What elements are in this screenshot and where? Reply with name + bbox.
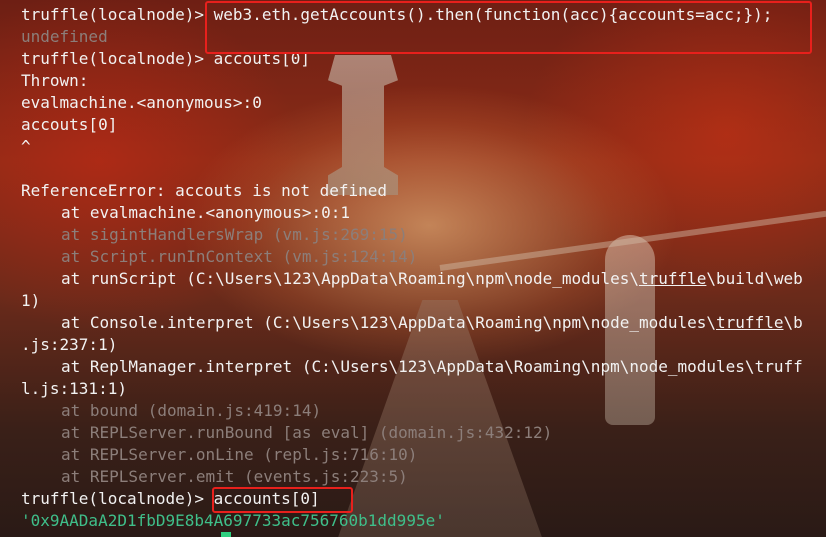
terminal-line: evalmachine.<anonymous>:0 — [21, 93, 262, 112]
terminal-line: .js:237:1) — [21, 335, 118, 354]
terminal-line: undefined — [21, 27, 108, 46]
underlined-path-segment: truffle — [716, 313, 784, 332]
terminal-line: at evalmachine.<anonymous>:0:1 — [61, 203, 350, 222]
terminal-line: at runScript (C:\Users\123\AppData\Roami… — [61, 269, 803, 288]
block-cursor-icon — [221, 532, 231, 537]
terminal-line: Thrown: — [21, 71, 89, 90]
terminal-line: truffle(localnode)> accouts[0] — [21, 49, 310, 68]
terminal-line: truffle(localnode)> web3.eth.getAccounts… — [21, 5, 773, 24]
terminal-line: at Script.runInContext (vm.js:124:14) — [61, 247, 418, 266]
terminal-line: truffle(localnode)> accounts[0] — [21, 489, 320, 508]
terminal-line: at Console.interpret (C:\Users\123\AppDa… — [61, 313, 803, 332]
terminal-line: at REPLServer.emit (events.js:223:5) — [61, 467, 408, 486]
terminal-line: l.js:131:1) — [21, 379, 127, 398]
terminal-line: at ReplManager.interpret (C:\Users\123\A… — [61, 357, 803, 376]
terminal-line: at REPLServer.runBound [as eval] (domain… — [61, 423, 553, 442]
terminal-line: at bound (domain.js:419:14) — [61, 401, 322, 420]
terminal-line: at sigintHandlersWrap (vm.js:269:15) — [61, 225, 408, 244]
terminal-line: ^ — [21, 137, 31, 156]
terminal-line: ReferenceError: accouts is not defined — [21, 181, 388, 200]
terminal-line: at REPLServer.onLine (repl.js:716:10) — [61, 445, 418, 464]
terminal-line: 1) — [21, 291, 41, 310]
terminal-line: '0x9AADaA2D1fbD9E8b4A697733ac756760b1dd9… — [21, 511, 445, 530]
underlined-path-segment: truffle — [638, 269, 707, 288]
terminal-line: accouts[0] — [21, 115, 118, 134]
terminal-output[interactable]: truffle(localnode)> web3.eth.getAccounts… — [0, 0, 826, 537]
